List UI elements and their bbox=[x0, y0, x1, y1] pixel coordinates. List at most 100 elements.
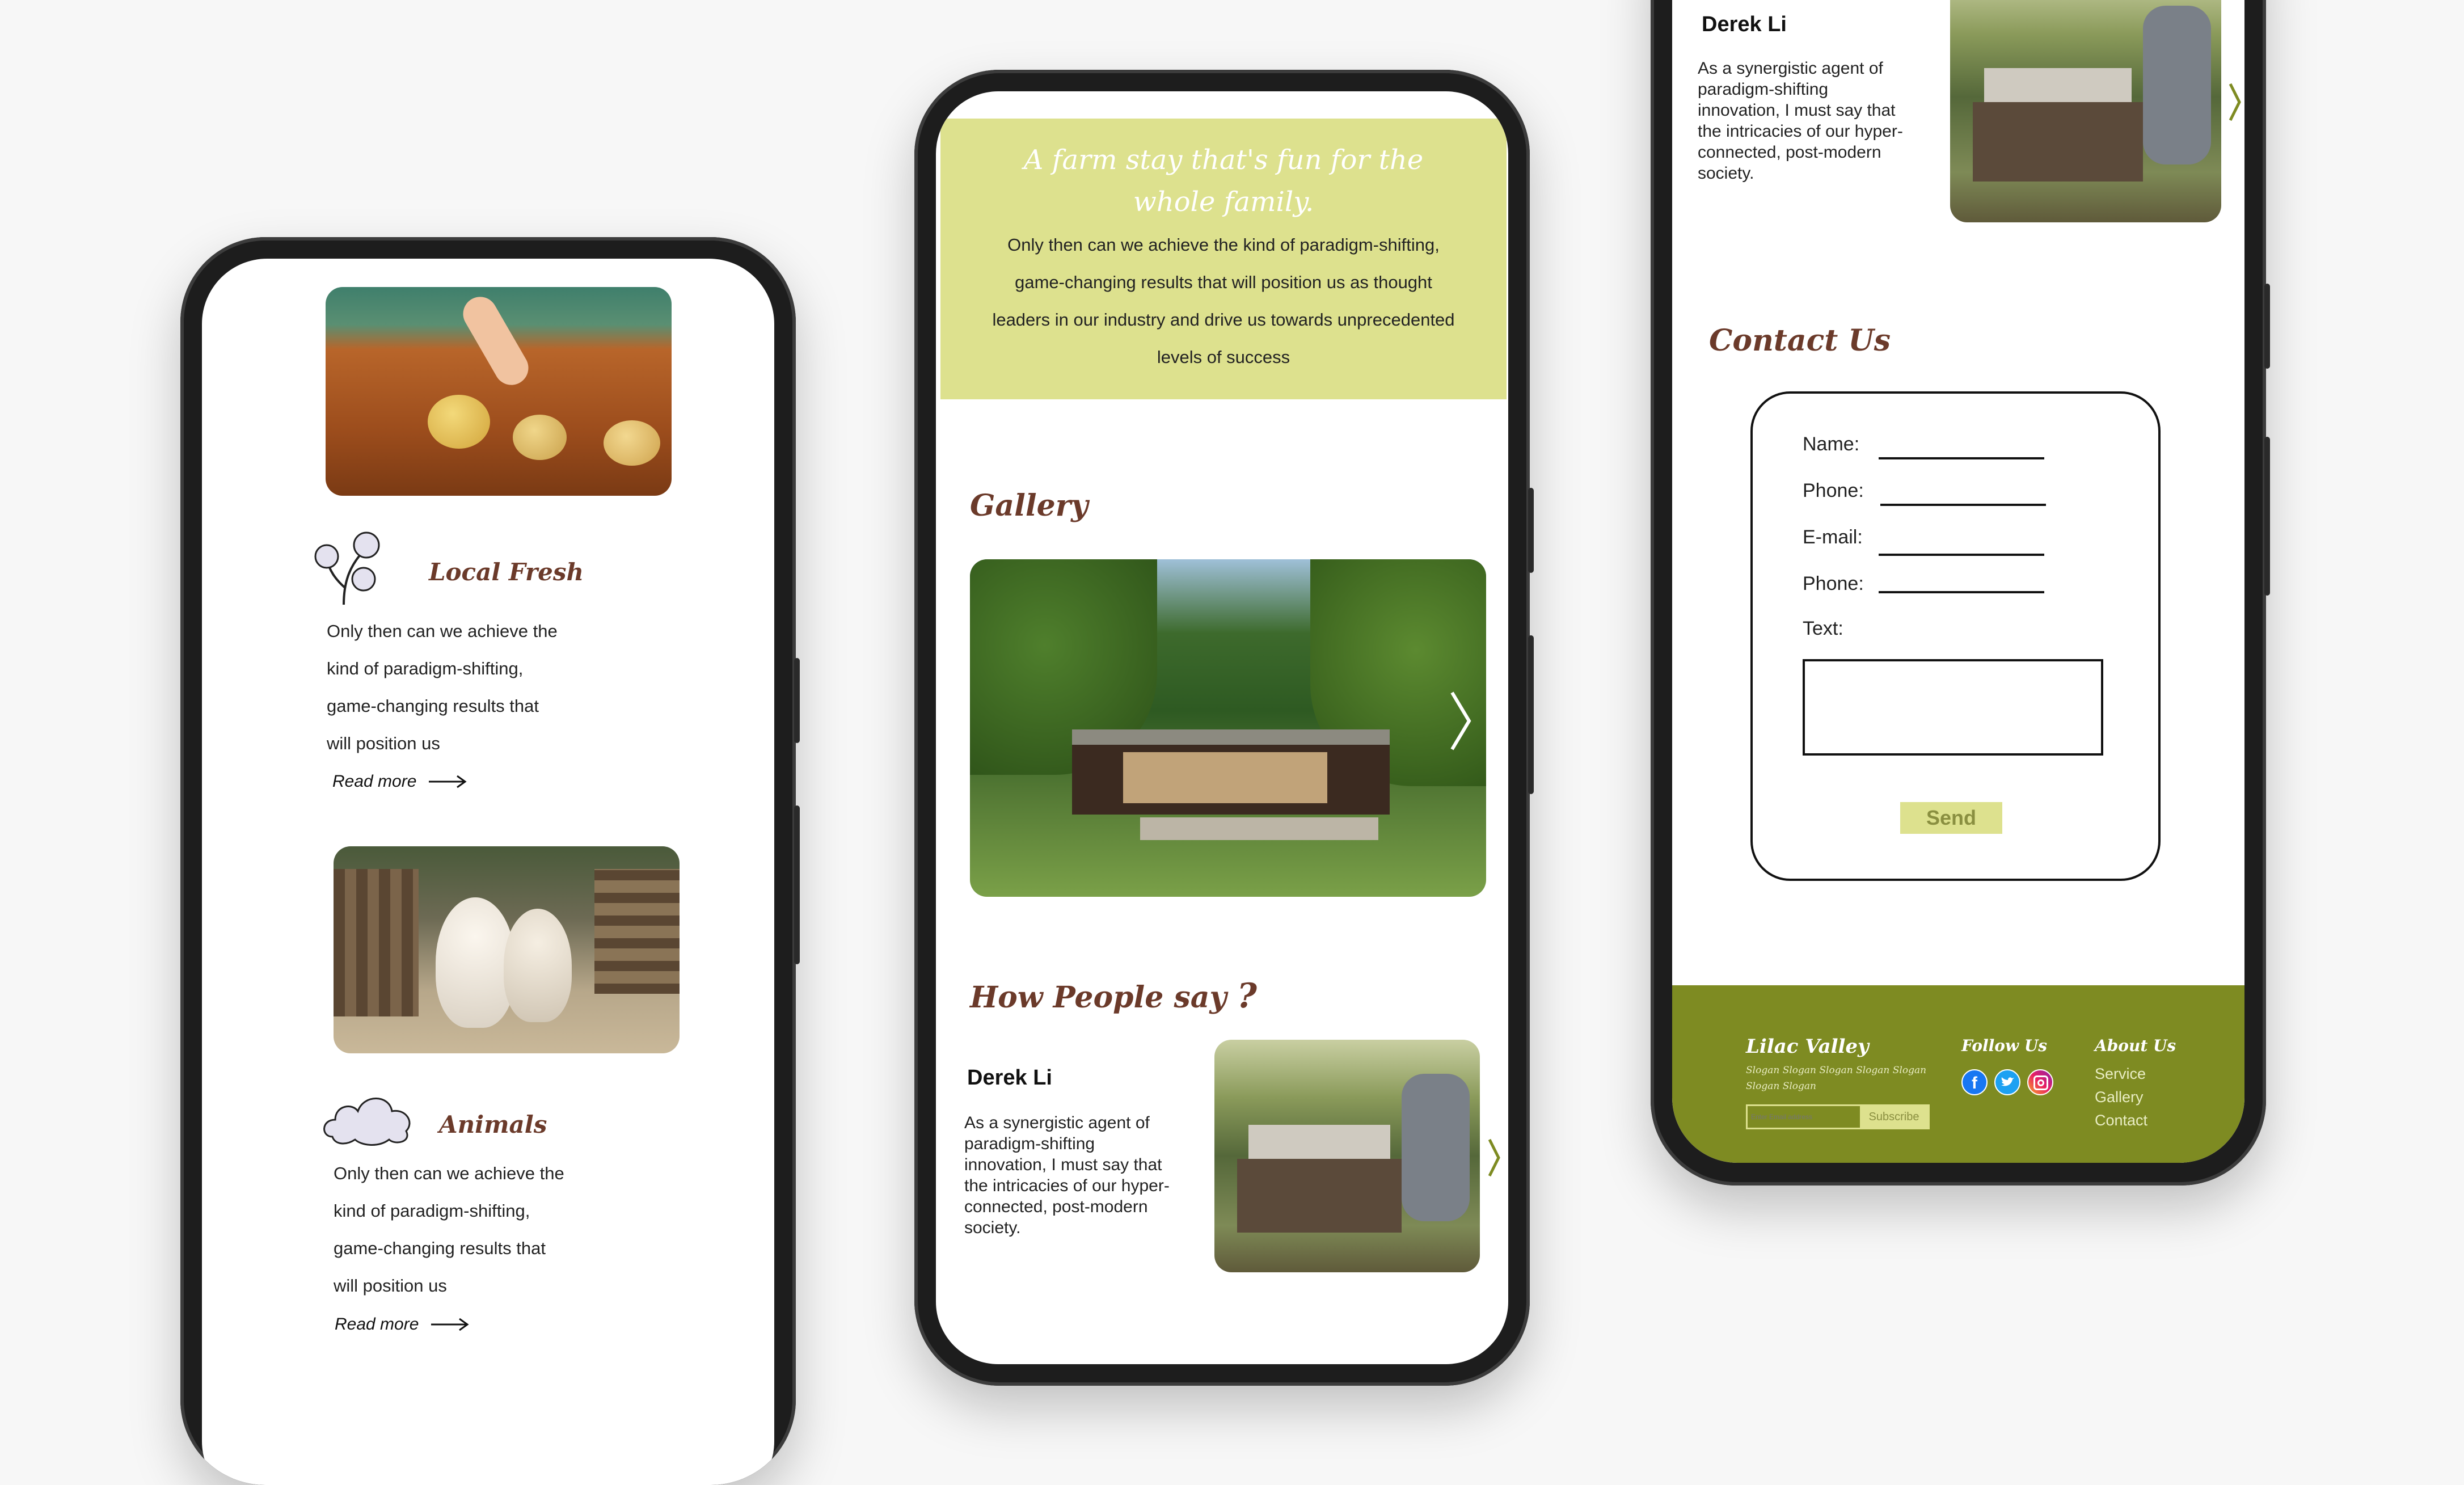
message-textarea[interactable] bbox=[1803, 659, 2103, 756]
contact-title: Contact Us bbox=[1709, 323, 1891, 358]
text-line: paradigm-shifting bbox=[1698, 80, 1829, 99]
text-line: game-changing results that bbox=[327, 696, 539, 716]
text-line: kind of paradigm-shifting, bbox=[334, 1201, 530, 1221]
right-phone-side-button bbox=[2264, 284, 2270, 369]
text-line: society. bbox=[1698, 164, 1754, 183]
testimonial-photo bbox=[1950, 0, 2221, 222]
send-button-label: Send bbox=[1926, 806, 1976, 829]
name-label: Name: bbox=[1803, 433, 1860, 455]
text-line: connected, post-modern bbox=[964, 1197, 1148, 1216]
middle-phone-side-button bbox=[1528, 488, 1534, 573]
newsletter-email-input[interactable] bbox=[1748, 1106, 1860, 1128]
plant-icon bbox=[310, 525, 395, 610]
footer-link-contact[interactable]: Contact bbox=[2095, 1109, 2147, 1132]
testimonial-text: As a synergistic agent of paradigm-shift… bbox=[1698, 58, 1903, 184]
text-line: Only then can we achieve the kind of par… bbox=[1007, 235, 1440, 255]
gallery-title: Gallery bbox=[970, 488, 1088, 523]
phone-field[interactable] bbox=[1880, 504, 2046, 506]
text-line: Only then can we achieve the bbox=[327, 621, 558, 641]
read-more-label: Read more bbox=[335, 1315, 419, 1334]
lambs-photo bbox=[334, 846, 680, 1053]
potato-photo bbox=[326, 287, 672, 496]
footer: Lilac Valley Slogan Slogan Slogan Slogan… bbox=[1672, 985, 2244, 1163]
text-line: kind of paradigm-shifting, bbox=[327, 659, 524, 678]
left-phone-screen: Local Fresh Only then can we achieve the… bbox=[202, 259, 774, 1485]
right-phone: Derek Li As a synergistic agent of parad… bbox=[1651, 0, 2266, 1186]
testimonial-next-button[interactable] bbox=[1486, 1135, 1503, 1180]
right-phone-side-button-2 bbox=[2264, 437, 2270, 596]
phone-label: Phone: bbox=[1803, 480, 1864, 501]
social-icons: f bbox=[1961, 1069, 2053, 1095]
hero-title: A farm stay that's fun for the whole fam… bbox=[940, 139, 1507, 223]
text-line: innovation, I must say that bbox=[964, 1155, 1162, 1174]
chevron-right-icon bbox=[2229, 83, 2241, 121]
testimonial-next-button[interactable] bbox=[2227, 79, 2244, 125]
twitter-icon[interactable] bbox=[1994, 1069, 2020, 1095]
slogan-line: Slogan Slogan Slogan Slogan Slogan bbox=[1746, 1065, 1927, 1076]
testimonials-title: How People say ? bbox=[970, 976, 1257, 1016]
left-phone: Local Fresh Only then can we achieve the… bbox=[180, 237, 796, 1485]
facebook-icon[interactable]: f bbox=[1961, 1069, 1988, 1095]
testimonial-name: Derek Li bbox=[967, 1066, 1052, 1090]
hero-title-line: whole family. bbox=[1133, 186, 1314, 218]
phone2-field[interactable] bbox=[1879, 591, 2044, 593]
left-phone-side-button-2 bbox=[794, 805, 800, 964]
testimonials-title-text: How People say bbox=[970, 980, 1227, 1015]
text-line: connected, post-modern bbox=[1698, 143, 1881, 162]
text-line: will position us bbox=[327, 733, 440, 753]
footer-link-gallery[interactable]: Gallery bbox=[2095, 1086, 2147, 1109]
email-field[interactable] bbox=[1879, 554, 2044, 556]
footer-brand: Lilac Valley bbox=[1746, 1035, 1869, 1058]
text-line: society. bbox=[964, 1218, 1021, 1237]
text-line: will position us bbox=[334, 1276, 447, 1296]
email-label: E-mail: bbox=[1803, 526, 1863, 548]
text-line: innovation, I must say that bbox=[1698, 101, 1896, 120]
local-fresh-title: Local Fresh bbox=[429, 558, 584, 586]
text-line: leaders in our industry and drive us tow… bbox=[992, 310, 1455, 330]
text-line: game-changing results that bbox=[334, 1238, 546, 1258]
follow-title: Follow Us bbox=[1961, 1036, 2048, 1055]
text-line: the intricacies of our hyper- bbox=[964, 1176, 1170, 1195]
gallery-next-button[interactable] bbox=[1446, 687, 1475, 755]
hero-text: Only then can we achieve the kind of par… bbox=[940, 226, 1507, 376]
footer-link-service[interactable]: Service bbox=[2095, 1062, 2147, 1086]
testimonial-photo bbox=[1214, 1040, 1480, 1272]
text-line: levels of success bbox=[1157, 347, 1290, 367]
slogan-line: Slogan Slogan bbox=[1746, 1081, 1816, 1092]
chevron-right-icon bbox=[1450, 691, 1471, 750]
arrow-right-icon bbox=[431, 1318, 469, 1331]
gallery-photo bbox=[970, 559, 1486, 897]
text-label: Text: bbox=[1803, 618, 1843, 639]
text-line: As a synergistic agent of bbox=[1698, 59, 1883, 78]
testimonial-text: As a synergistic agent of paradigm-shift… bbox=[964, 1112, 1170, 1238]
middle-phone-screen: A farm stay that's fun for the whole fam… bbox=[936, 91, 1508, 1364]
subscribe-label: Subscribe bbox=[1868, 1111, 1919, 1123]
text-line: paradigm-shifting bbox=[964, 1134, 1095, 1153]
newsletter-form: Subscribe bbox=[1746, 1104, 1930, 1129]
hero-title-line: A farm stay that's fun for the bbox=[1023, 144, 1424, 176]
cloud-icon bbox=[321, 1086, 417, 1148]
instagram-icon[interactable] bbox=[2027, 1069, 2053, 1095]
read-more-label: Read more bbox=[332, 772, 417, 791]
hero-banner: A farm stay that's fun for the whole fam… bbox=[940, 119, 1507, 399]
read-more-link-2[interactable]: Read more bbox=[335, 1315, 470, 1334]
footer-slogan: Slogan Slogan Slogan Slogan Slogan Sloga… bbox=[1746, 1062, 1926, 1094]
chevron-right-icon bbox=[1488, 1138, 1500, 1177]
middle-phone-side-button-2 bbox=[1528, 635, 1534, 794]
text-line: Only then can we achieve the bbox=[334, 1163, 564, 1183]
local-fresh-text: Only then can we achieve the kind of par… bbox=[327, 613, 558, 762]
middle-phone: A farm stay that's fun for the whole fam… bbox=[914, 70, 1530, 1386]
send-button[interactable]: Send bbox=[1900, 802, 2002, 834]
right-phone-screen: Derek Li As a synergistic agent of parad… bbox=[1672, 0, 2244, 1163]
arrow-right-icon bbox=[429, 775, 467, 788]
about-title: About Us bbox=[2095, 1036, 2176, 1055]
read-more-link-1[interactable]: Read more bbox=[332, 772, 467, 791]
text-line: game-changing results that will position… bbox=[1015, 272, 1432, 292]
contact-form: Name: Phone: E-mail: Phone: Text: Send bbox=[1750, 391, 2161, 881]
name-field[interactable] bbox=[1879, 457, 2044, 459]
about-links: Service Gallery Contact bbox=[2095, 1062, 2147, 1132]
subscribe-button[interactable]: Subscribe bbox=[1860, 1106, 1928, 1128]
animals-text: Only then can we achieve the kind of par… bbox=[334, 1155, 564, 1305]
testimonial-name: Derek Li bbox=[1702, 12, 1787, 36]
text-line: As a synergistic agent of bbox=[964, 1113, 1150, 1132]
